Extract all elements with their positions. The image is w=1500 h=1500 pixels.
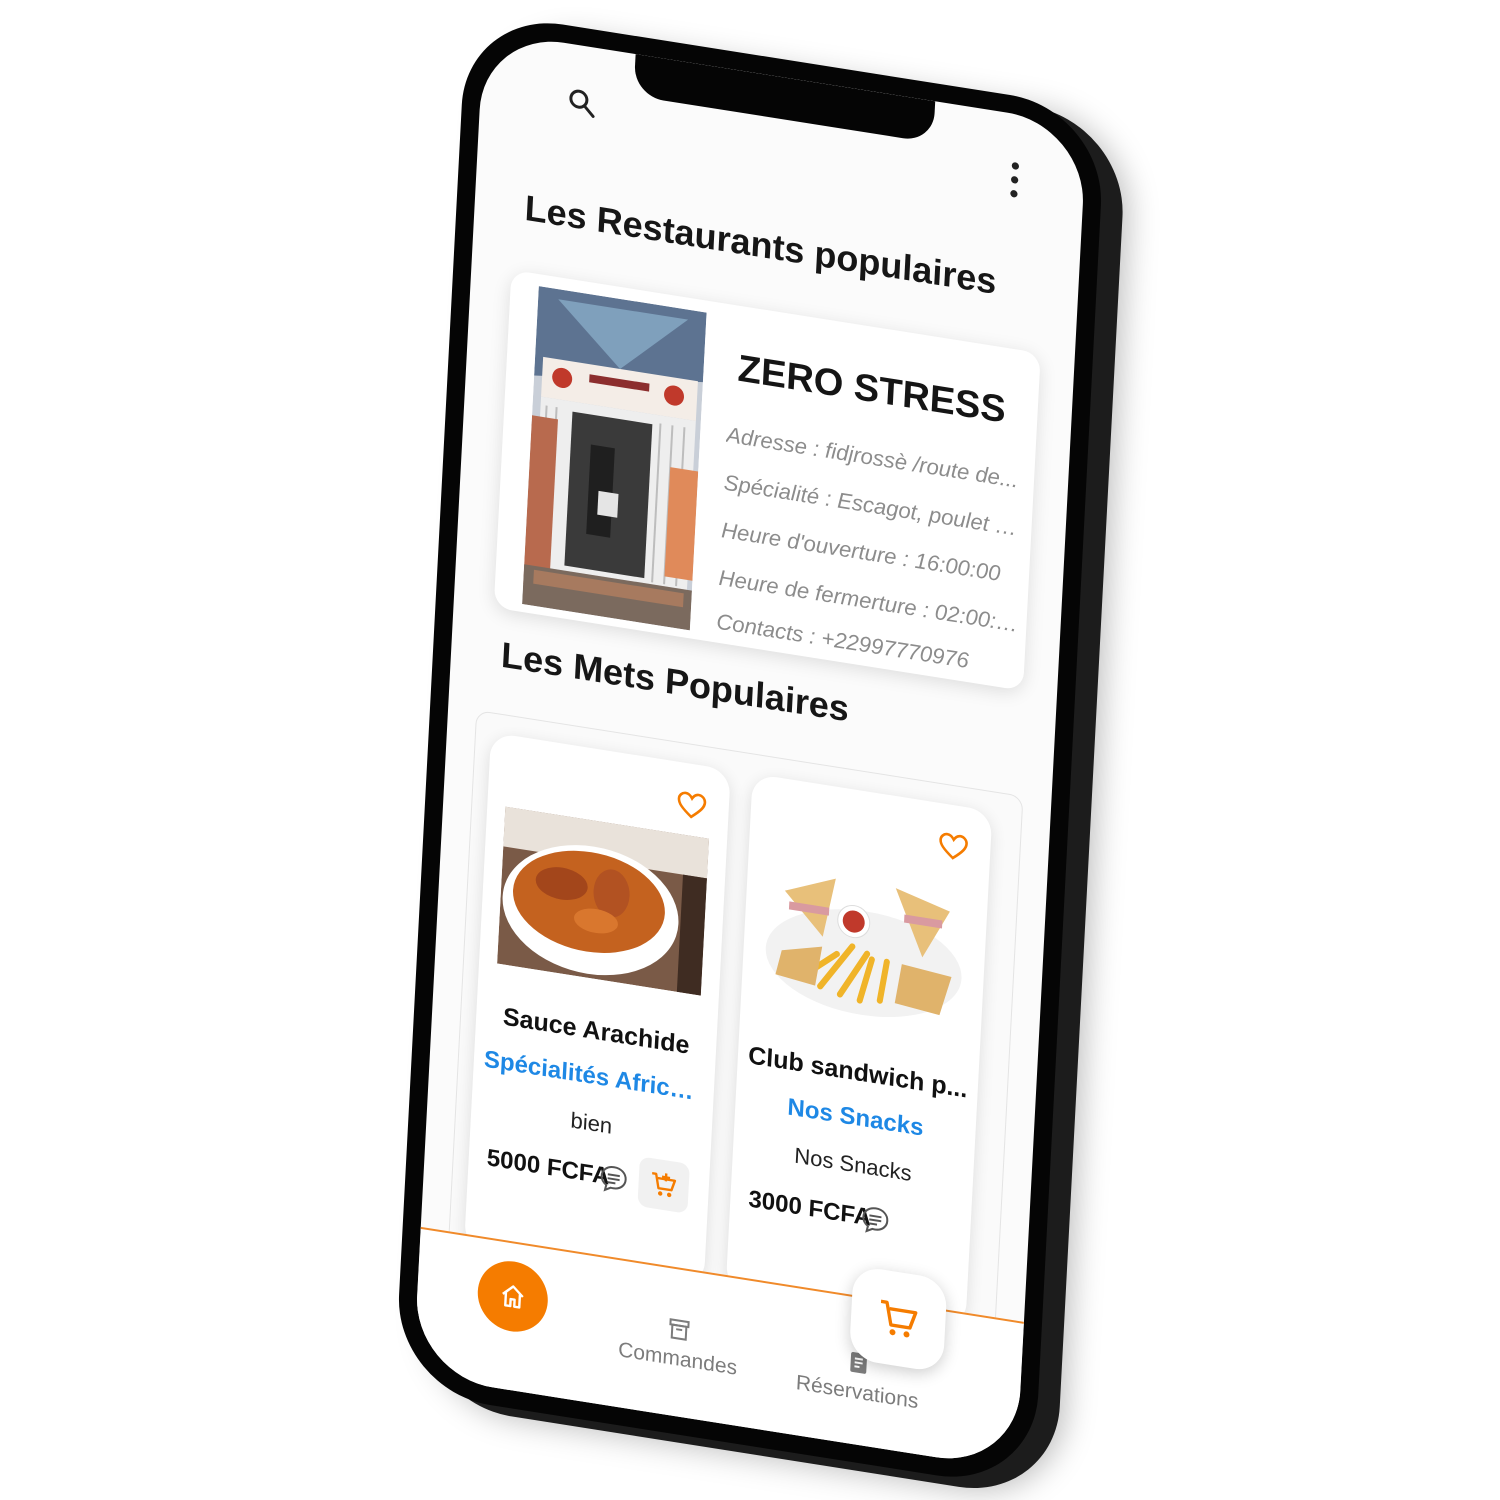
restaurant-photo	[522, 286, 707, 631]
heart-outline-icon[interactable]	[676, 790, 707, 823]
chat-icon[interactable]	[598, 1162, 630, 1197]
phone-mockup: Les Restaurants populaires ZERO STRESS A…	[394, 9, 1106, 1491]
dish-price: 3000 FCFA	[747, 1185, 872, 1232]
heart-outline-icon[interactable]	[938, 831, 969, 864]
add-to-cart-button[interactable]	[637, 1156, 690, 1214]
cart-fab-button[interactable]	[848, 1265, 948, 1374]
app-screen: Les Restaurants populaires ZERO STRESS A…	[412, 30, 1088, 1470]
home-icon	[502, 1285, 524, 1309]
search-icon[interactable]	[566, 85, 598, 120]
archive-icon	[669, 1318, 690, 1341]
restaurant-card[interactable]: ZERO STRESS Adresse : fidjrossè /route d…	[493, 269, 1041, 691]
stage: Les Restaurants populaires ZERO STRESS A…	[0, 0, 1500, 1500]
dish-card[interactable]: Sauce Arachide Spécialités Africain... b…	[463, 732, 731, 1287]
more-vert-icon[interactable]	[1007, 159, 1023, 201]
add-cart-icon	[652, 1172, 677, 1198]
restaurant-name: ZERO STRESS	[736, 347, 1007, 432]
chat-icon[interactable]	[859, 1203, 891, 1238]
dish-price: 5000 FCFA	[486, 1144, 611, 1191]
cart-icon	[880, 1299, 918, 1338]
dish-card[interactable]: Club sandwich p... Nos Snacks Nos Snacks…	[725, 773, 993, 1328]
dish-photo	[758, 847, 971, 1037]
dish-photo	[497, 806, 710, 996]
